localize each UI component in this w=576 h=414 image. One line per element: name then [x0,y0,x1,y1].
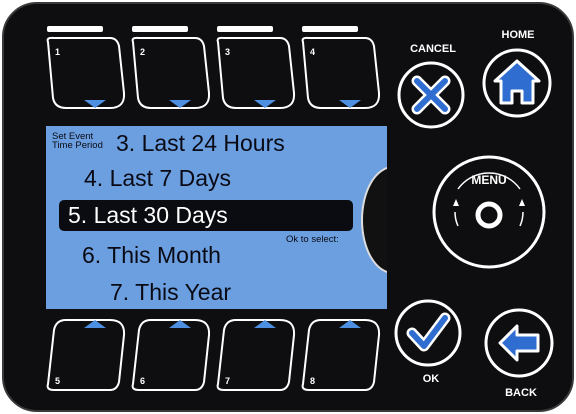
softkey-2-indicator [132,26,188,32]
ok-label: OK [423,373,440,385]
softkey-6-label: 6 [140,376,145,386]
softkey-5[interactable]: 5 [46,319,126,391]
softkey-8-label: 8 [310,376,315,386]
menu-item[interactable]: 6. This Month [82,242,221,268]
menu-item[interactable]: 3. Last 24 Hours [116,130,285,156]
menu-item[interactable]: 4. Last 7 Days [84,165,231,191]
cancel-label: CANCEL [410,43,456,55]
softkey-8[interactable]: 8 [301,319,381,391]
softkey-1[interactable]: 1 [46,36,126,109]
menu-item-selected-label: 5. Last 30 Days [68,202,228,228]
menu-dial[interactable]: MENU [432,155,546,269]
softkey-5-label: 5 [55,376,60,386]
menu-label: MENU [471,173,506,187]
menu-item[interactable]: 7. This Year [110,279,231,305]
home-label: HOME [502,29,535,41]
softkey-4[interactable]: 4 [301,36,381,109]
softkey-3-indicator [217,26,273,32]
screen-header-line2: Time Period [52,140,103,151]
home-button[interactable] [482,48,552,118]
menu-item-selected[interactable]: 5. Last 30 Days [59,200,353,231]
softkey-2-label: 2 [140,47,145,57]
back-button[interactable] [484,308,554,378]
softkey-1-label: 1 [55,47,60,57]
softkey-3-label: 3 [225,47,230,57]
softkey-7[interactable]: 7 [216,319,296,391]
softkey-3[interactable]: 3 [216,36,296,109]
ok-hint: Ok to select: [286,234,339,245]
softkey-4-indicator [302,26,358,32]
cancel-button[interactable] [397,61,465,129]
softkey-1-indicator [47,26,103,32]
ok-button[interactable] [394,299,462,367]
softkey-4-label: 4 [310,47,315,57]
softkey-7-label: 7 [225,376,230,386]
softkey-6[interactable]: 6 [131,319,211,391]
back-label: BACK [505,387,537,399]
lcd-screen: Set Event Time Period 3. Last 24 Hours 4… [46,126,387,309]
knob-edge [361,166,387,274]
softkey-2[interactable]: 2 [131,36,211,109]
